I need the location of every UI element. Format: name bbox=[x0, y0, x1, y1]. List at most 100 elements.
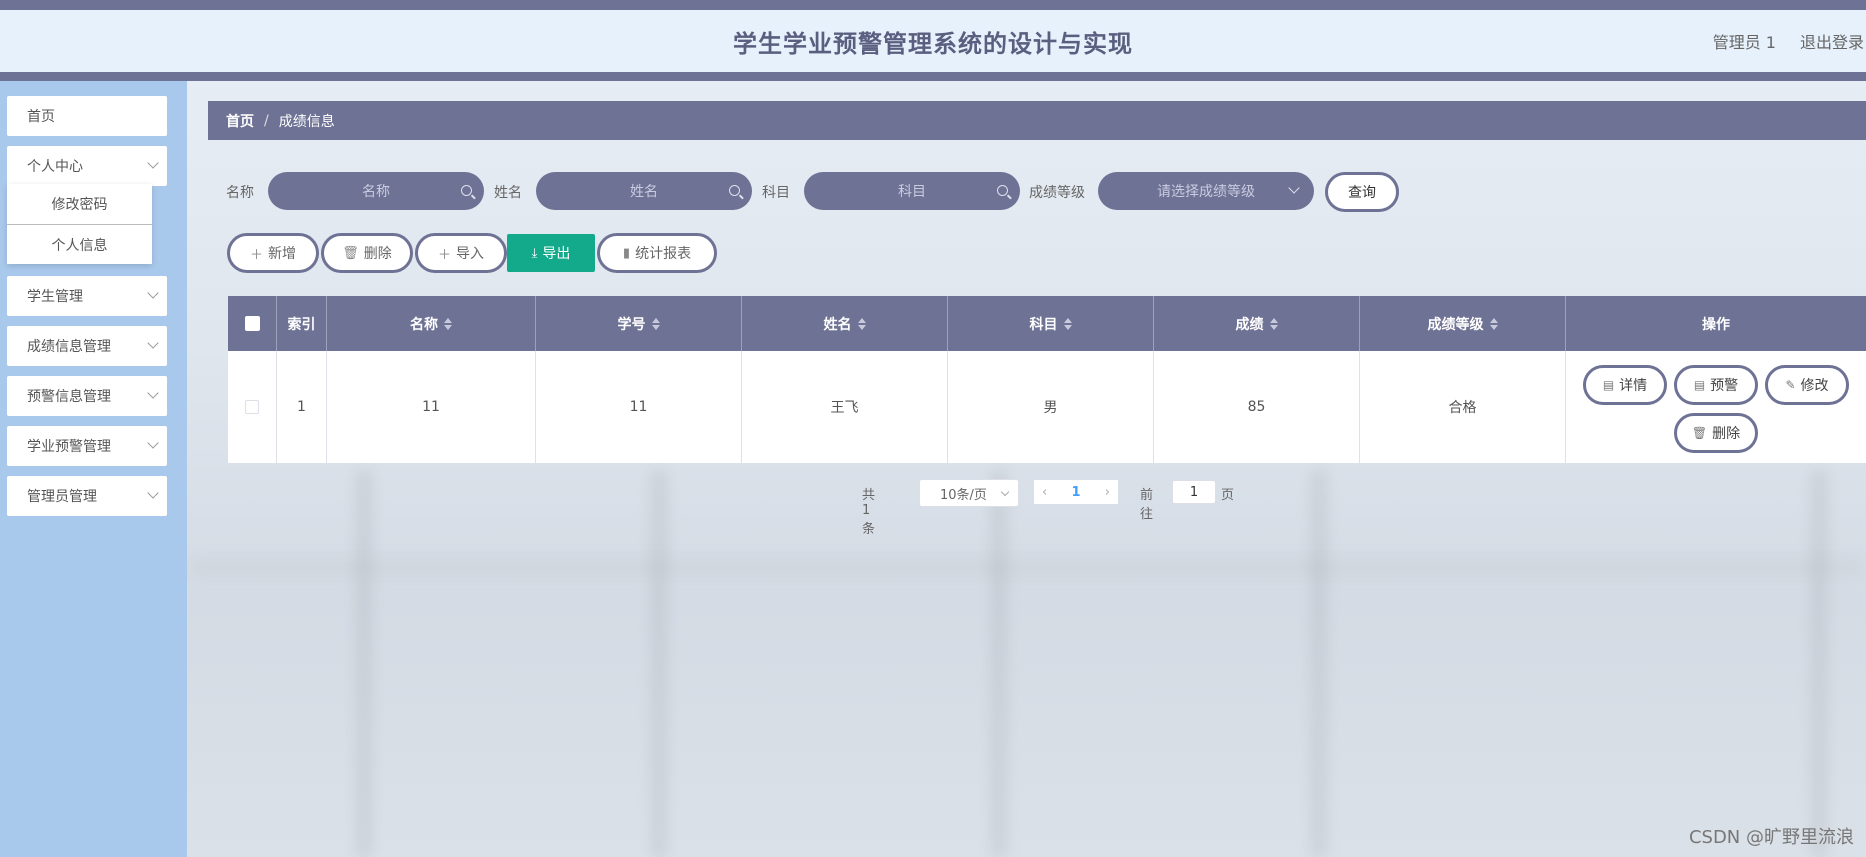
header-divider bbox=[0, 72, 1866, 81]
column-header-subject[interactable]: 科目 bbox=[948, 296, 1154, 351]
search-icon bbox=[461, 185, 472, 196]
breadcrumb-home[interactable]: 首页 bbox=[226, 111, 254, 131]
sidebar-item-personal-center[interactable]: 个人中心 bbox=[7, 146, 167, 186]
name-label: 名称 bbox=[226, 185, 254, 201]
search-icon bbox=[729, 185, 740, 196]
sidebar-item-label: 首页 bbox=[27, 109, 55, 125]
trash-icon: 🗑 bbox=[1691, 426, 1708, 440]
edit-button-label: 修改 bbox=[1800, 378, 1829, 394]
delete-button[interactable]: 🗑 删除 bbox=[321, 233, 413, 273]
name-placeholder: 名称 bbox=[362, 184, 390, 200]
watermark: CSDN @旷野里流浪 bbox=[1688, 827, 1854, 848]
row-operations: ▤ 详情 ▤ 预警 ✎ 修改 🗑 删除 bbox=[1566, 351, 1866, 463]
chevron-down-icon bbox=[147, 387, 159, 399]
page-number[interactable]: 1 bbox=[1071, 485, 1080, 500]
export-button[interactable]: ⤓ 导出 bbox=[507, 234, 595, 272]
sidebar-item-score-management[interactable]: 成绩信息管理 bbox=[7, 326, 167, 366]
statistics-report-button[interactable]: ▮ 统计报表 bbox=[597, 233, 717, 273]
sort-icon[interactable] bbox=[444, 317, 452, 330]
column-header-index: 索引 bbox=[277, 296, 327, 351]
sidebar-item-label: 管理员管理 bbox=[27, 489, 97, 505]
sidebar-item-warning-info-management[interactable]: 预警信息管理 bbox=[7, 376, 167, 416]
student-name-placeholder: 姓名 bbox=[630, 184, 658, 200]
cell-name: 11 bbox=[327, 351, 536, 463]
chevron-down-icon bbox=[147, 337, 159, 349]
sort-icon[interactable] bbox=[651, 317, 660, 330]
chevron-down-icon bbox=[147, 287, 159, 299]
cell-grade-level: 合格 bbox=[1360, 351, 1566, 463]
column-header-score[interactable]: 成绩 bbox=[1154, 296, 1360, 351]
document-icon: ▤ bbox=[1693, 378, 1706, 392]
logout-link[interactable]: 退出登录 bbox=[1800, 29, 1864, 53]
sort-icon[interactable] bbox=[1063, 317, 1072, 330]
column-header-label: 操作 bbox=[1702, 316, 1730, 333]
column-header-label: 学号 bbox=[617, 316, 646, 333]
breadcrumb-separator: / bbox=[264, 112, 269, 129]
add-button-label: 新增 bbox=[268, 246, 296, 262]
chevron-down-icon bbox=[147, 157, 159, 169]
import-button-label: 导入 bbox=[456, 246, 484, 262]
table-row: 1 11 11 王飞 男 85 合格 ▤ 详情 ▤ 预警 ✎ 修改 🗑 删除 bbox=[228, 351, 1866, 463]
row-delete-button[interactable]: 🗑 删除 bbox=[1674, 413, 1758, 453]
student-name-label: 姓名 bbox=[494, 185, 522, 201]
column-header-student-no[interactable]: 学号 bbox=[536, 296, 742, 351]
goto-page-input[interactable]: 1 bbox=[1172, 480, 1216, 504]
sidebar-item-home[interactable]: 首页 bbox=[7, 96, 167, 136]
column-header-label: 索引 bbox=[287, 316, 316, 333]
column-header-label: 姓名 bbox=[823, 316, 852, 333]
sort-icon[interactable] bbox=[857, 317, 866, 330]
column-header-grade-level[interactable]: 成绩等级 bbox=[1360, 296, 1566, 351]
background-decoration bbox=[190, 560, 1860, 574]
next-page-icon[interactable]: › bbox=[1105, 485, 1110, 500]
cell-operations: ▤ 详情 ▤ 预警 ✎ 修改 🗑 删除 bbox=[1566, 351, 1866, 463]
subject-search-input[interactable]: 科目 bbox=[804, 172, 1020, 210]
app-title: 学生学业预警管理系统的设计与实现 bbox=[733, 29, 1133, 58]
grade-level-select[interactable]: 请选择成绩等级 bbox=[1098, 172, 1314, 210]
name-search-input[interactable]: 名称 bbox=[268, 172, 484, 210]
sidebar-item-admin-management[interactable]: 管理员管理 bbox=[7, 476, 167, 516]
page-size-select[interactable]: 10条/页 bbox=[919, 479, 1019, 507]
chevron-down-icon bbox=[147, 437, 159, 449]
prev-page-icon[interactable]: ‹ bbox=[1042, 485, 1047, 500]
detail-button-label: 详情 bbox=[1619, 378, 1648, 394]
top-strip bbox=[0, 0, 1866, 10]
submenu-item-change-password[interactable]: 修改密码 bbox=[7, 184, 152, 224]
add-button[interactable]: ＋ 新增 bbox=[227, 233, 319, 273]
sidebar-item-academic-warning-management[interactable]: 学业预警管理 bbox=[7, 426, 167, 466]
chevron-down-icon bbox=[147, 487, 159, 499]
search-bar: 名称 名称 姓名 姓名 科目 科目 成绩等级 请选择成绩等级 查询 bbox=[226, 172, 1826, 212]
submenu-item-personal-info[interactable]: 个人信息 bbox=[7, 224, 152, 264]
select-all-checkbox[interactable] bbox=[244, 316, 260, 331]
query-button[interactable]: 查询 bbox=[1325, 172, 1399, 212]
import-button[interactable]: ＋ 导入 bbox=[415, 233, 507, 273]
column-header-name[interactable]: 名称 bbox=[327, 296, 536, 351]
subject-placeholder: 科目 bbox=[898, 184, 926, 200]
plus-icon: ＋ bbox=[249, 247, 263, 263]
score-table: 索引 名称 学号 姓名 科目 成绩 成绩等级 操作 1 11 11 王飞 男 8… bbox=[228, 296, 1866, 463]
student-name-search-input[interactable]: 姓名 bbox=[536, 172, 752, 210]
export-button-label: 导出 bbox=[542, 246, 571, 262]
row-checkbox[interactable] bbox=[245, 400, 259, 414]
sidebar-item-student-management[interactable]: 学生管理 bbox=[7, 276, 167, 316]
edit-button[interactable]: ✎ 修改 bbox=[1765, 365, 1849, 405]
warn-button[interactable]: ▤ 预警 bbox=[1674, 365, 1758, 405]
sidebar-item-label: 学业预警管理 bbox=[27, 439, 111, 455]
edit-icon: ✎ bbox=[1785, 378, 1796, 392]
app-header: 学生学业预警管理系统的设计与实现 管理员 1 退出登录 bbox=[0, 10, 1866, 72]
current-user: 管理员 1 bbox=[1712, 33, 1776, 52]
sort-icon[interactable] bbox=[1489, 317, 1498, 330]
page-size-value: 10条/页 bbox=[940, 487, 987, 503]
cell-index: 1 bbox=[277, 351, 327, 463]
download-icon: ⤓ bbox=[531, 245, 538, 261]
column-header-student-name[interactable]: 姓名 bbox=[742, 296, 948, 351]
background-decoration bbox=[355, 470, 373, 857]
chevron-down-icon bbox=[1288, 182, 1300, 194]
detail-button[interactable]: ▤ 详情 bbox=[1583, 365, 1667, 405]
cell-subject: 男 bbox=[948, 351, 1154, 463]
sidebar-item-label: 预警信息管理 bbox=[27, 389, 111, 405]
select-all-cell bbox=[228, 296, 277, 351]
sidebar: 首页 个人中心 修改密码 个人信息 学生管理 成绩信息管理 预警信息管理 学业预… bbox=[0, 81, 187, 857]
background-decoration bbox=[990, 470, 1008, 857]
page-suffix: 页 bbox=[1221, 488, 1235, 503]
sort-icon[interactable] bbox=[1269, 317, 1278, 330]
